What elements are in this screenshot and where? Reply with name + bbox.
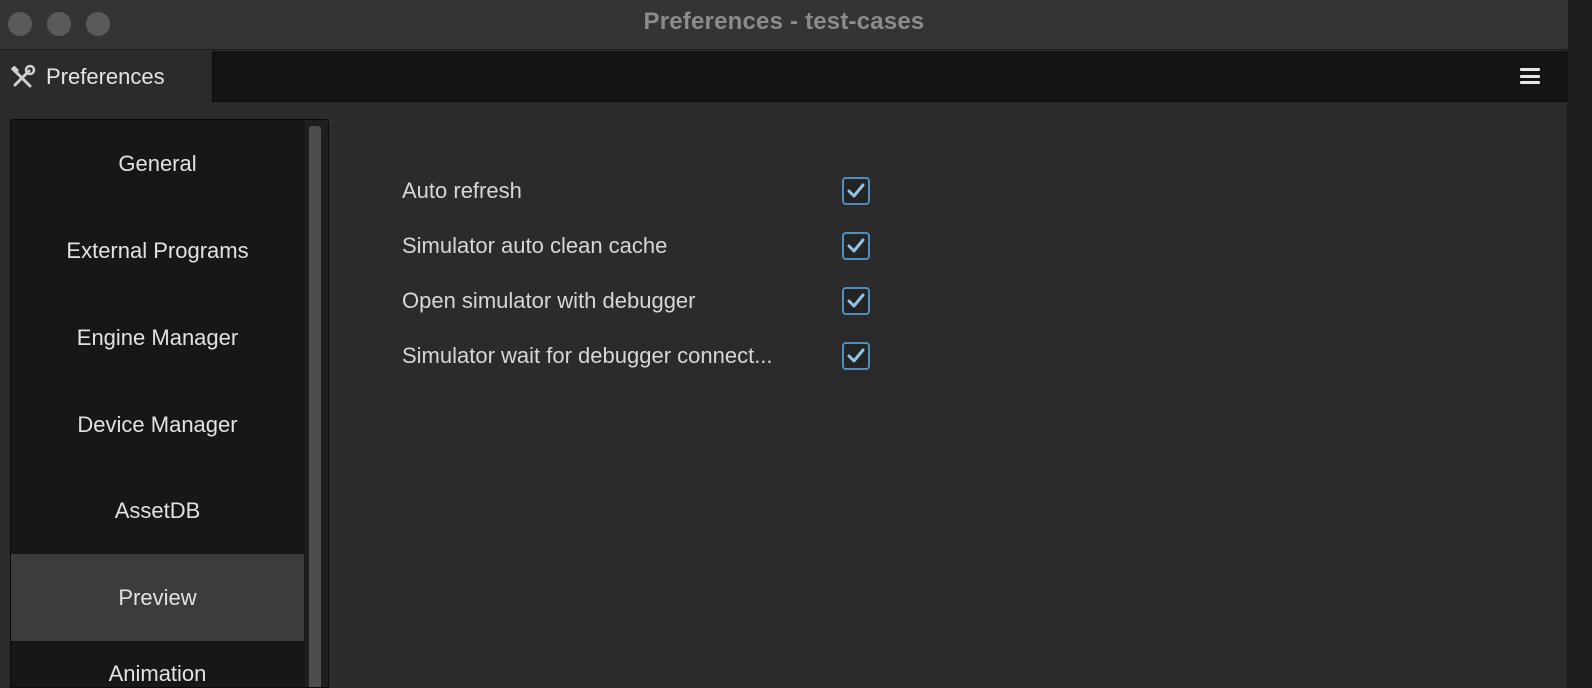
option-simulator-auto-clean-cache: Simulator auto clean cache xyxy=(402,228,870,264)
sidebar-item-label: General xyxy=(118,150,197,176)
tab-bar: Preferences xyxy=(0,51,1568,102)
preferences-window: Preferences - test-cases Preferences Gen xyxy=(0,0,1568,688)
tools-icon xyxy=(10,64,36,90)
sidebar-item-engine-manager[interactable]: Engine Manager xyxy=(11,294,304,381)
sidebar-item-animation[interactable]: Animation xyxy=(11,661,304,687)
window-title: Preferences - test-cases xyxy=(643,8,925,35)
sidebar-item-label: Engine Manager xyxy=(76,324,239,350)
background-strip xyxy=(1568,0,1592,688)
option-label: Simulator wait for debugger connect... xyxy=(402,343,773,368)
tab-label: Preferences xyxy=(46,63,165,89)
hamburger-menu-icon[interactable] xyxy=(1520,65,1540,87)
sidebar-item-assetdb[interactable]: AssetDB xyxy=(11,467,304,554)
simulator-wait-for-debugger-checkbox[interactable] xyxy=(842,342,870,370)
sidebar-item-general[interactable]: General xyxy=(11,120,304,207)
option-auto-refresh: Auto refresh xyxy=(402,173,870,209)
checkmark-icon xyxy=(847,348,865,363)
preferences-sidebar: General External Programs Engine Manager… xyxy=(10,119,329,688)
sidebar-item-label: External Programs xyxy=(66,237,249,263)
option-open-simulator-with-debugger: Open simulator with debugger xyxy=(402,283,870,319)
checkmark-icon xyxy=(847,183,865,198)
sidebar-item-label: Preview xyxy=(118,584,197,610)
title-bar: Preferences - test-cases xyxy=(0,0,1568,50)
option-label: Simulator auto clean cache xyxy=(402,233,668,258)
open-simulator-with-debugger-checkbox[interactable] xyxy=(842,287,870,315)
sidebar-item-label: AssetDB xyxy=(114,497,201,523)
auto-refresh-checkbox[interactable] xyxy=(842,177,870,205)
tab-preferences[interactable]: Preferences xyxy=(0,51,213,102)
sidebar-item-external-programs[interactable]: External Programs xyxy=(11,207,304,294)
sidebar-item-label: Device Manager xyxy=(77,411,238,437)
option-label: Open simulator with debugger xyxy=(402,288,696,313)
sidebar-item-label: Animation xyxy=(108,661,207,686)
simulator-auto-clean-cache-checkbox[interactable] xyxy=(842,232,870,260)
sidebar-item-preview[interactable]: Preview xyxy=(11,554,304,641)
sidebar-item-device-manager[interactable]: Device Manager xyxy=(11,381,304,468)
checkmark-icon xyxy=(847,238,865,253)
option-simulator-wait-for-debugger: Simulator wait for debugger connect... xyxy=(402,338,870,374)
checkmark-icon xyxy=(847,293,865,308)
sidebar-scrollbar-thumb[interactable] xyxy=(309,126,321,687)
option-label: Auto refresh xyxy=(402,178,522,203)
